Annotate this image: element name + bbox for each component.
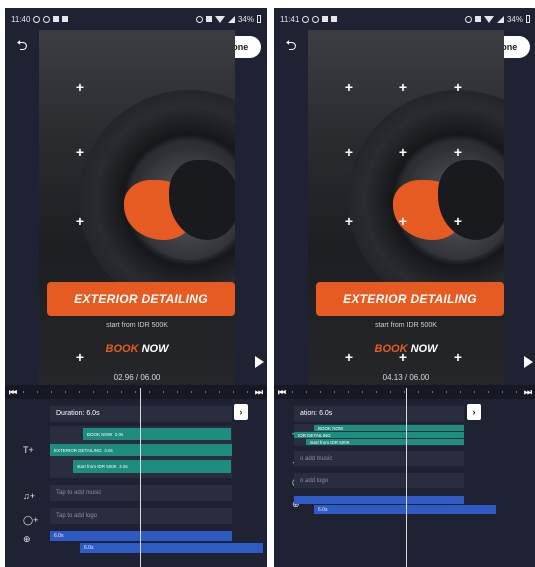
skip-end-icon[interactable]: ⏭ [524, 387, 532, 398]
playback-time: 02.96 / 06.00 [113, 373, 161, 382]
notification-icon [302, 15, 310, 23]
wifi-icon [214, 15, 225, 23]
book-word: BOOK [374, 343, 408, 355]
back-arrow-icon[interactable]: ⮌ [280, 36, 302, 58]
back-arrow-icon[interactable]: ⮌ [11, 36, 33, 58]
phone-screen-left: 11:40 34% ⮌ Done + + + + EXTERIOR DETAIL… [5, 8, 267, 567]
price-subtext[interactable]: start from IDR 500K [39, 322, 235, 329]
book-now-text[interactable]: BOOK NOW [39, 343, 235, 355]
media-clip-bar[interactable]: 6.0s [50, 531, 232, 541]
play-icon[interactable] [524, 356, 533, 368]
add-element-plus-icon[interactable]: + [76, 145, 84, 159]
status-bar: 11:40 34% [5, 8, 267, 30]
notification-icon [33, 15, 41, 23]
timeline-ruler[interactable]: ⏮ ⏭ [274, 385, 535, 399]
status-time: 11:40 [11, 14, 31, 24]
ruler-ticks [23, 391, 249, 393]
nfc-icon [474, 16, 481, 22]
now-word: NOW [141, 343, 169, 355]
text-track-icon[interactable]: T+ [23, 445, 34, 455]
book-now-text[interactable]: BOOK NOW [308, 343, 504, 355]
notification-icon [312, 15, 320, 23]
add-music-row[interactable]: o add music [294, 451, 464, 466]
music-track-icon[interactable]: ♫+ [23, 491, 35, 501]
chevron-right-icon[interactable]: › [467, 404, 481, 420]
add-element-plus-icon[interactable]: + [454, 214, 462, 228]
book-word: BOOK [105, 343, 139, 355]
media-clip-bar[interactable]: 6.0s [80, 543, 263, 553]
title-banner[interactable]: EXTERIOR DETAILING [316, 282, 504, 316]
timeline-panel [5, 399, 267, 567]
signal-icon [227, 15, 235, 23]
battery-icon [257, 15, 261, 23]
skip-start-icon[interactable]: ⏮ [278, 387, 286, 398]
chevron-right-icon[interactable]: › [234, 404, 248, 420]
play-icon[interactable] [255, 356, 264, 368]
add-logo-row[interactable]: Tap to add logo [50, 508, 232, 524]
text-clip[interactable]: IOR DETAILING [294, 432, 464, 438]
status-bar: 11:41 34% [274, 8, 535, 30]
text-clip[interactable]: EXTERIOR DETAILING 3.0s [50, 444, 232, 456]
add-element-plus-icon[interactable]: + [399, 80, 407, 94]
playback-time: 04.13 / 06.00 [382, 373, 430, 382]
alarm-icon [195, 15, 203, 23]
add-element-plus-icon[interactable]: + [345, 214, 353, 228]
status-time: 11:41 [280, 14, 300, 24]
notification-icon [43, 15, 51, 23]
battery-percent: 34% [237, 14, 254, 24]
price-subtext[interactable]: start from IDR 500K [308, 322, 504, 329]
duration-label[interactable]: ation: 6.0s [294, 406, 464, 422]
add-element-plus-icon[interactable]: + [454, 80, 462, 94]
add-element-plus-icon[interactable]: + [399, 214, 407, 228]
notification-icon [62, 16, 69, 22]
add-music-row[interactable]: Tap to add music [50, 485, 232, 501]
text-clip[interactable]: start from IDR 500K [306, 439, 464, 445]
media-track-icon[interactable]: ⊕ [23, 534, 31, 545]
playhead[interactable] [406, 388, 407, 567]
ruler-ticks [292, 391, 518, 393]
signal-icon [496, 15, 504, 23]
add-element-plus-icon[interactable]: + [76, 80, 84, 94]
media-clip-bar[interactable]: 6.0s [314, 505, 496, 514]
notification-icon [322, 16, 329, 22]
title-banner[interactable]: EXTERIOR DETAILING [47, 282, 235, 316]
add-element-plus-icon[interactable]: + [76, 214, 84, 228]
add-element-plus-icon[interactable]: + [345, 80, 353, 94]
now-word: NOW [410, 343, 438, 355]
notification-icon [53, 16, 60, 22]
media-clip-bar[interactable] [294, 496, 464, 504]
logo-track-icon[interactable]: ◯+ [23, 515, 38, 526]
duration-label[interactable]: Duration: 6.0s [50, 406, 232, 422]
phone-screen-right: 11:41 34% ⮌ Done + + + + + + + + + + + +… [274, 8, 535, 567]
playhead[interactable] [140, 388, 141, 567]
battery-percent: 34% [506, 14, 523, 24]
skip-start-icon[interactable]: ⏮ [9, 387, 17, 398]
add-element-plus-icon[interactable]: + [399, 145, 407, 159]
text-clip[interactable]: start from IDR 500K 2.0s [73, 460, 231, 473]
add-element-plus-icon[interactable]: + [345, 145, 353, 159]
wifi-icon [483, 15, 494, 23]
battery-icon [526, 15, 530, 23]
video-preview[interactable]: + + + + + + + + + + + + EXTERIOR DETAILI… [308, 30, 504, 398]
text-clip[interactable]: BOOK NOW 2.0s [83, 428, 231, 440]
timeline-ruler[interactable]: ⏮ ⏭ [5, 385, 267, 399]
nfc-icon [205, 16, 212, 22]
skip-end-icon[interactable]: ⏭ [255, 387, 263, 398]
alarm-icon [464, 15, 472, 23]
notification-icon [331, 16, 338, 22]
text-clip[interactable]: BOOK NOW [314, 425, 464, 431]
video-preview[interactable]: + + + + EXTERIOR DETAILING start from ID… [39, 30, 235, 398]
add-logo-row[interactable]: o add logo [294, 473, 464, 488]
add-element-plus-icon[interactable]: + [454, 145, 462, 159]
